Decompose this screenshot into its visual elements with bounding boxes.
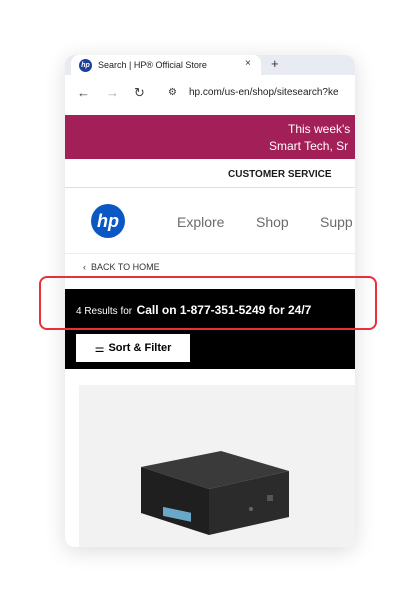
url-field[interactable]: hp.com/us-en/shop/sitesearch?ke: [189, 87, 339, 98]
reload-icon[interactable]: ↻: [134, 85, 145, 101]
divider: [65, 253, 355, 254]
promo-banner[interactable]: This week's Smart Tech, Sr: [65, 115, 355, 159]
product-image: [141, 451, 289, 535]
hp-logo[interactable]: hp: [91, 204, 125, 238]
product-card[interactable]: [79, 385, 355, 547]
new-tab-button[interactable]: +: [271, 56, 279, 71]
product-list: [65, 369, 355, 547]
browser-tab[interactable]: hp Search | HP® Official Store ×: [71, 55, 261, 75]
filter-sliders-icon: ⚌: [94, 342, 105, 355]
promo-line-2: Smart Tech, Sr: [269, 139, 349, 153]
back-arrow-icon[interactable]: ←: [77, 85, 90, 100]
divider: [65, 187, 355, 188]
site-settings-icon[interactable]: ⚙: [168, 87, 177, 98]
promo-line-1: This week's: [288, 122, 351, 136]
sort-filter-label: Sort & Filter: [108, 342, 172, 354]
nav-shop[interactable]: Shop: [256, 214, 289, 230]
tab-bar: hp Search | HP® Official Store × +: [65, 55, 355, 75]
nav-support[interactable]: Supp: [320, 214, 353, 230]
customer-service-link[interactable]: CUSTOMER SERVICE: [228, 169, 332, 180]
close-tab-icon[interactable]: ×: [245, 58, 251, 69]
back-to-home-link[interactable]: ‹ BACK TO HOME: [83, 262, 160, 272]
forward-arrow-icon[interactable]: →: [106, 85, 119, 100]
nav-explore[interactable]: Explore: [177, 214, 224, 230]
annotation-highlight-box: [39, 276, 377, 330]
sort-filter-button[interactable]: ⚌ Sort & Filter: [76, 334, 190, 362]
address-bar: ← → ↻ ⚙ hp.com/us-en/shop/sitesearch?ke: [65, 75, 355, 113]
chevron-left-icon: ‹: [83, 262, 91, 272]
hp-favicon-icon: hp: [79, 58, 92, 72]
tab-title: Search | HP® Official Store: [98, 60, 207, 70]
back-to-home-label: BACK TO HOME: [91, 262, 160, 272]
